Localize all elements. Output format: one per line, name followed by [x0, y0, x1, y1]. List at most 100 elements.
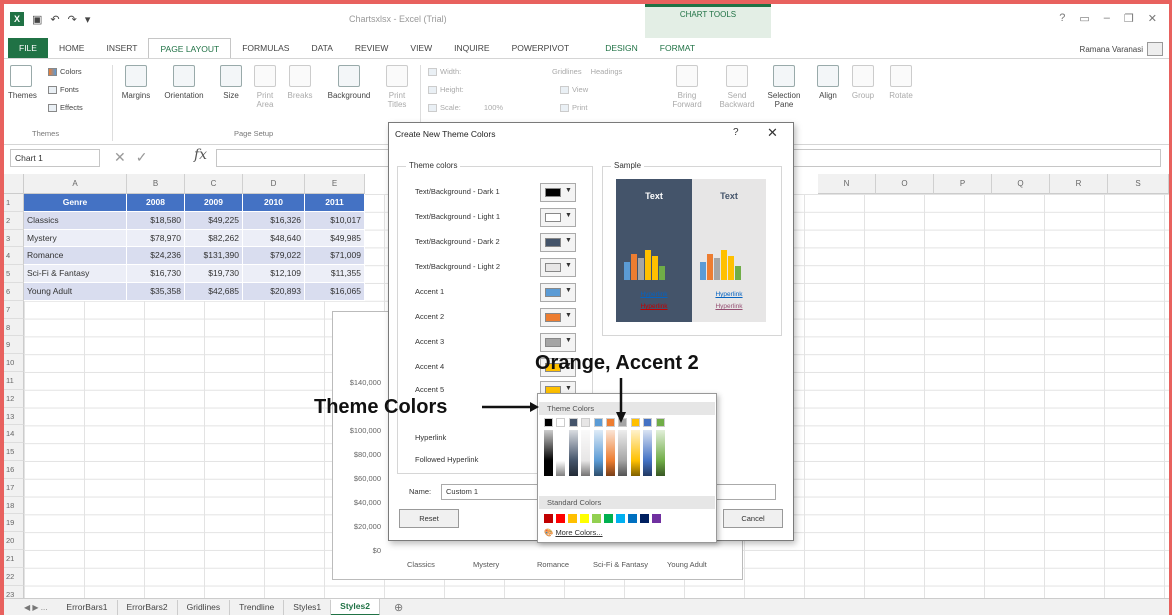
- sheet-tab[interactable]: ErrorBars2: [118, 599, 178, 615]
- orientation-button[interactable]: Orientation: [158, 65, 210, 100]
- column-header[interactable]: S: [1108, 174, 1169, 194]
- column-header[interactable]: R: [1050, 174, 1108, 194]
- row-header[interactable]: 19: [4, 514, 24, 533]
- row-header[interactable]: 4: [4, 247, 24, 266]
- fonts-button[interactable]: Fonts: [48, 85, 79, 94]
- color-shade-strip[interactable]: [556, 430, 566, 476]
- value-cell[interactable]: $79,022: [243, 247, 305, 266]
- standard-color-swatch[interactable]: [640, 514, 649, 523]
- row-header[interactable]: 1: [4, 194, 24, 212]
- value-cell[interactable]: $10,017: [305, 211, 365, 230]
- row-header[interactable]: 3: [4, 229, 24, 248]
- value-cell[interactable]: $131,390: [185, 247, 243, 266]
- color-shade-strip[interactable]: [630, 430, 640, 476]
- gridlines-print-checkbox[interactable]: Print: [560, 103, 587, 112]
- select-all-corner[interactable]: [4, 174, 24, 194]
- standard-color-swatch[interactable]: [652, 514, 661, 523]
- row-header[interactable]: 22: [4, 567, 24, 586]
- redo-icon[interactable]: ↷: [68, 13, 77, 26]
- value-cell[interactable]: $12,109: [243, 265, 305, 283]
- sheet-tab[interactable]: Gridlines: [178, 599, 231, 615]
- breaks-button[interactable]: Breaks: [284, 65, 316, 100]
- genre-cell[interactable]: Mystery: [24, 229, 127, 248]
- send-backward-button[interactable]: Send Backward: [712, 65, 762, 109]
- column-header[interactable]: C: [185, 174, 243, 194]
- row-header[interactable]: 20: [4, 532, 24, 550]
- standard-color-swatch[interactable]: [568, 514, 577, 523]
- tab-formulas[interactable]: FORMULAS: [231, 38, 300, 58]
- row-header[interactable]: 17: [4, 478, 24, 497]
- column-header[interactable]: N: [818, 174, 876, 194]
- row-header[interactable]: 7: [4, 300, 24, 319]
- selection-pane-button[interactable]: Selection Pane: [764, 65, 804, 109]
- color-picker-button[interactable]: ▼: [540, 233, 576, 252]
- tab-data[interactable]: DATA: [300, 38, 343, 58]
- sheet-tab[interactable]: Trendline: [230, 599, 285, 615]
- add-sheet-icon[interactable]: ⊕: [394, 601, 403, 614]
- color-swatch[interactable]: [643, 418, 653, 427]
- genre-cell[interactable]: Romance: [24, 247, 127, 266]
- margins-button[interactable]: Margins: [118, 65, 154, 100]
- tab-review[interactable]: REVIEW: [344, 38, 400, 58]
- standard-color-swatch[interactable]: [544, 514, 553, 523]
- bring-forward-button[interactable]: Bring Forward: [664, 65, 710, 109]
- tab-format[interactable]: FORMAT: [649, 38, 706, 58]
- standard-color-swatch[interactable]: [616, 514, 625, 523]
- value-cell[interactable]: $49,225: [185, 211, 243, 230]
- column-header[interactable]: B: [127, 174, 185, 194]
- more-colors-option[interactable]: 🎨 More Colors...: [544, 528, 603, 537]
- row-header[interactable]: 14: [4, 425, 24, 444]
- genre-cell[interactable]: Classics: [24, 211, 127, 230]
- color-shade-strip[interactable]: [618, 430, 628, 476]
- value-cell[interactable]: $49,985: [305, 229, 365, 248]
- genre-cell[interactable]: Young Adult: [24, 283, 127, 301]
- scale-control[interactable]: Scale: 100%: [428, 103, 503, 112]
- value-cell[interactable]: $16,326: [243, 211, 305, 230]
- width-control[interactable]: Width:: [428, 67, 461, 76]
- print-area-button[interactable]: Print Area: [250, 65, 280, 109]
- value-cell[interactable]: $11,355: [305, 265, 365, 283]
- column-header[interactable]: D: [243, 174, 305, 194]
- color-swatch[interactable]: [630, 418, 640, 427]
- row-header[interactable]: 6: [4, 283, 24, 301]
- dialog-help-icon[interactable]: ?: [733, 127, 739, 138]
- color-picker-button[interactable]: ▼: [540, 333, 576, 352]
- column-header[interactable]: Q: [992, 174, 1050, 194]
- tab-inquire[interactable]: INQUIRE: [443, 38, 500, 58]
- value-cell[interactable]: $16,065: [305, 283, 365, 301]
- header-cell[interactable]: 2011: [305, 194, 365, 212]
- color-shade-strip[interactable]: [568, 430, 578, 476]
- color-shade-strip[interactable]: [655, 430, 665, 476]
- reset-button[interactable]: Reset: [399, 509, 459, 528]
- value-cell[interactable]: $82,262: [185, 229, 243, 248]
- row-header[interactable]: 8: [4, 318, 24, 337]
- value-cell[interactable]: $71,009: [305, 247, 365, 266]
- size-button[interactable]: Size: [216, 65, 246, 100]
- sheet-tab-active[interactable]: Styles2: [331, 598, 380, 615]
- sheet-tab[interactable]: ErrorBars1: [57, 599, 118, 615]
- column-header[interactable]: O: [876, 174, 934, 194]
- color-shade-strip[interactable]: [544, 430, 553, 476]
- value-cell[interactable]: $78,970: [127, 229, 185, 248]
- minimize-icon[interactable]: –: [1104, 12, 1110, 25]
- genre-cell[interactable]: Sci-Fi & Fantasy: [24, 265, 127, 283]
- customize-icon[interactable]: ▾: [85, 13, 91, 26]
- color-picker-button[interactable]: ▼: [540, 283, 576, 302]
- tab-home[interactable]: HOME: [48, 38, 96, 58]
- value-cell[interactable]: $20,893: [243, 283, 305, 301]
- value-cell[interactable]: $48,640: [243, 229, 305, 248]
- tab-insert[interactable]: INSERT: [95, 38, 148, 58]
- align-button[interactable]: Align: [814, 65, 842, 100]
- color-picker-button[interactable]: ▼: [540, 183, 576, 202]
- standard-color-swatch[interactable]: [580, 514, 589, 523]
- gridlines-view-checkbox[interactable]: View: [560, 85, 588, 94]
- color-swatch[interactable]: [544, 418, 553, 427]
- row-header[interactable]: 18: [4, 496, 24, 515]
- color-swatch[interactable]: [556, 418, 566, 427]
- color-swatch[interactable]: [593, 418, 603, 427]
- value-cell[interactable]: $35,358: [127, 283, 185, 301]
- standard-color-swatch[interactable]: [628, 514, 637, 523]
- color-picker-button[interactable]: ▼: [540, 308, 576, 327]
- close-icon[interactable]: ✕: [1148, 12, 1157, 25]
- print-titles-button[interactable]: Print Titles: [384, 65, 410, 109]
